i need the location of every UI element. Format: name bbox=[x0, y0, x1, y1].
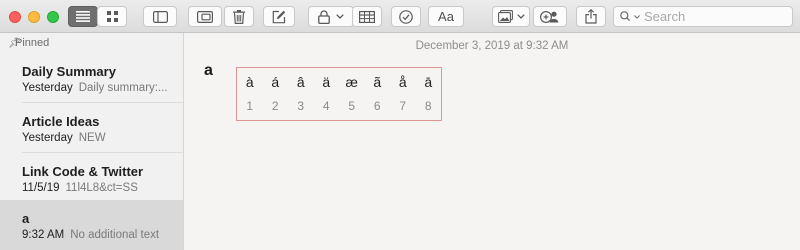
note-item-article-ideas[interactable]: Article Ideas Yesterday NEW bbox=[0, 103, 183, 153]
note-preview: No additional text bbox=[70, 229, 160, 241]
delete-button[interactable] bbox=[224, 6, 254, 27]
table-cell[interactable]: 7 bbox=[390, 94, 416, 118]
compose-button[interactable] bbox=[263, 6, 295, 27]
list-view-button[interactable] bbox=[68, 6, 98, 27]
notes-list: 📌︎ Pinned Daily Summary Yesterday Daily s… bbox=[0, 33, 184, 250]
share-icon bbox=[585, 9, 597, 24]
notes-window: Aa 📌︎ Pinned Daily Summary YesterdayDail… bbox=[0, 0, 800, 250]
note-title: Daily Summary bbox=[22, 64, 116, 79]
attachments-icon bbox=[197, 10, 213, 23]
table-cell[interactable]: 6 bbox=[365, 94, 391, 118]
search-field[interactable] bbox=[613, 6, 793, 27]
search-icon bbox=[620, 11, 630, 21]
note-item-link-code[interactable]: Link Code & Twitter 11/5/19 11l4L8&ct=SS bbox=[0, 153, 183, 203]
zoom-window-button[interactable] bbox=[47, 11, 59, 23]
photo-icon bbox=[497, 10, 513, 23]
note-item-a-selected[interactable]: a 9:32 AM No additional text bbox=[0, 200, 183, 250]
table-grid: à á â ä æ ã å ā 1 2 3 4 5 6 7 8 bbox=[237, 70, 441, 118]
note-heading[interactable]: a bbox=[204, 62, 213, 80]
note-date: Yesterday bbox=[22, 132, 73, 144]
note-date: 11/5/19 bbox=[22, 182, 60, 194]
note-date: 9:32 AM bbox=[22, 229, 65, 241]
note-preview: Daily summary:... bbox=[78, 82, 168, 94]
table-cell[interactable]: 5 bbox=[339, 94, 365, 118]
note-title: Article Ideas bbox=[22, 114, 100, 129]
table-button[interactable] bbox=[352, 6, 382, 27]
note-meta: 11/5/19 11l4L8&ct=SS bbox=[22, 182, 138, 194]
table-cell[interactable]: 8 bbox=[416, 94, 442, 118]
list-icon bbox=[76, 11, 90, 22]
note-item-daily-summary[interactable]: Daily Summary Yesterday Daily summary:... bbox=[0, 53, 183, 103]
pinned-section-label: Pinned bbox=[15, 37, 50, 49]
note-meta: Yesterday NEW bbox=[22, 132, 106, 144]
note-date: Yesterday bbox=[22, 82, 73, 94]
add-people-icon bbox=[540, 10, 559, 23]
compose-icon bbox=[272, 10, 286, 23]
attachments-button[interactable] bbox=[188, 6, 222, 27]
table-cell[interactable]: â bbox=[288, 70, 314, 94]
table-icon bbox=[359, 10, 375, 23]
collaborate-button[interactable] bbox=[533, 6, 567, 27]
close-window-button[interactable] bbox=[9, 11, 21, 23]
chevron-down-icon bbox=[336, 14, 344, 19]
note-meta: 9:32 AM No additional text bbox=[22, 229, 159, 241]
trash-icon bbox=[233, 9, 245, 24]
lock-icon bbox=[318, 9, 330, 24]
table-cell[interactable]: å bbox=[390, 70, 416, 94]
note-title: Link Code & Twitter bbox=[22, 164, 144, 179]
grid-icon bbox=[106, 11, 118, 22]
share-button[interactable] bbox=[576, 6, 606, 27]
media-button[interactable] bbox=[492, 6, 530, 27]
minimize-window-button[interactable] bbox=[28, 11, 40, 23]
table-row: 1 2 3 4 5 6 7 8 bbox=[237, 94, 441, 118]
toggle-sidebar-button[interactable] bbox=[143, 6, 177, 27]
table-cell[interactable]: ä bbox=[314, 70, 340, 94]
search-input[interactable] bbox=[644, 9, 784, 24]
table-row: à á â ä æ ã å ā bbox=[237, 70, 441, 94]
sidebar-icon bbox=[152, 10, 168, 23]
table-cell[interactable]: 1 bbox=[237, 94, 263, 118]
chevron-down-icon bbox=[516, 14, 525, 19]
table-cell[interactable]: ã bbox=[365, 70, 391, 94]
table-cell[interactable]: à bbox=[237, 70, 263, 94]
table-cell[interactable]: 2 bbox=[263, 94, 289, 118]
chevron-down-icon bbox=[634, 14, 640, 19]
format-button[interactable]: Aa bbox=[428, 6, 464, 27]
gallery-view-button[interactable] bbox=[97, 6, 127, 27]
table-cell[interactable]: á bbox=[263, 70, 289, 94]
note-timestamp: December 3, 2019 at 9:32 AM bbox=[415, 40, 569, 52]
note-preview: NEW bbox=[78, 132, 106, 144]
note-table[interactable]: à á â ä æ ã å ā 1 2 3 4 5 6 7 8 bbox=[236, 67, 442, 121]
toolbar: Aa bbox=[0, 0, 800, 33]
checklist-button[interactable] bbox=[391, 6, 421, 27]
lock-button[interactable] bbox=[308, 6, 354, 27]
table-cell[interactable]: ā bbox=[416, 70, 442, 94]
checkmark-circle-icon bbox=[399, 9, 413, 24]
note-editor[interactable]: December 3, 2019 at 9:32 AM a à á â ä æ … bbox=[184, 33, 800, 250]
table-cell[interactable]: 3 bbox=[288, 94, 314, 118]
table-cell[interactable]: æ bbox=[339, 70, 365, 94]
note-title: a bbox=[22, 211, 30, 226]
format-label: Aa bbox=[438, 9, 454, 24]
note-preview: 11l4L8&ct=SS bbox=[65, 182, 138, 194]
note-meta: Yesterday Daily summary:... bbox=[22, 82, 168, 94]
table-cell[interactable]: 4 bbox=[314, 94, 340, 118]
